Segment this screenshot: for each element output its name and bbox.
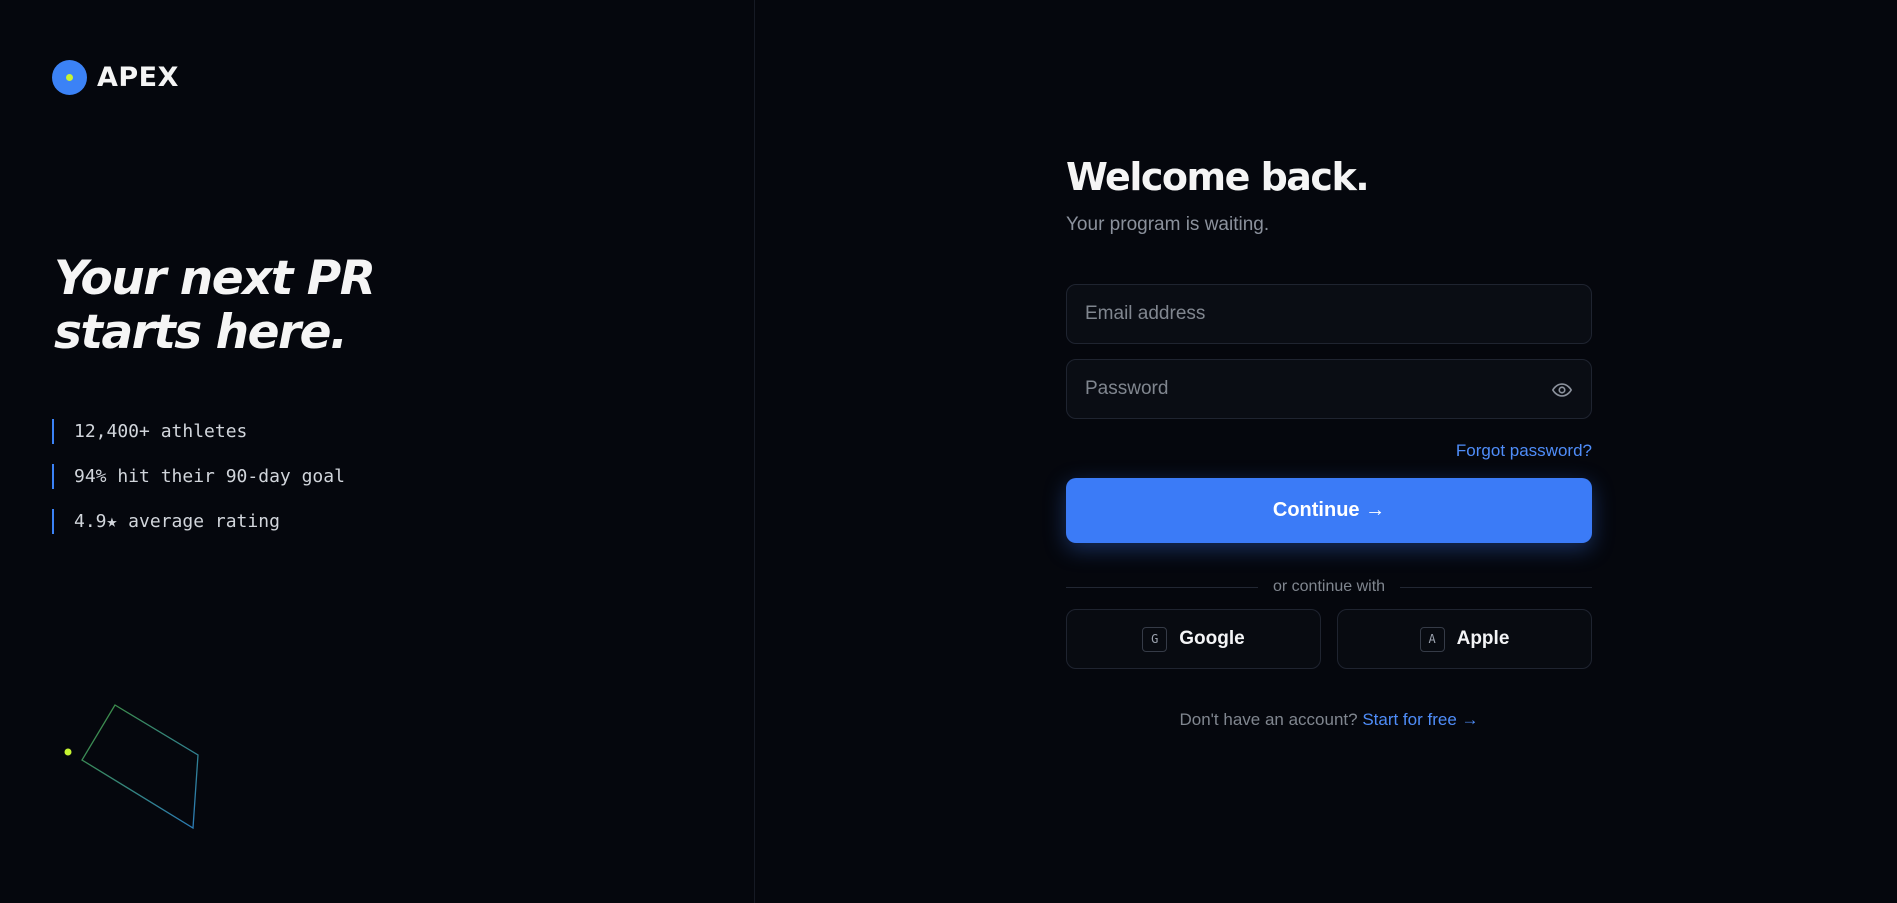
divider-text: or continue with <box>1272 578 1386 595</box>
hero-line-1: Your next PR <box>54 251 376 306</box>
stat-goal: 94% hit their 90-day goal <box>52 464 345 489</box>
apple-label: Apple <box>1456 628 1510 649</box>
logo[interactable]: APEX <box>52 60 179 95</box>
stat-rating: 4.9★ average rating <box>52 509 345 534</box>
brand-name: APEX <box>97 62 179 93</box>
forgot-password-link[interactable]: Forgot password? <box>1456 441 1592 460</box>
hero-line-2: starts here. <box>54 305 348 360</box>
signup-prompt: Don't have an account? <box>1179 710 1358 729</box>
continue-button[interactable]: Continue → <box>1066 478 1592 543</box>
decorative-polygon <box>81 704 199 830</box>
google-label: Google <box>1179 628 1245 649</box>
password-field-wrapper <box>1066 359 1592 419</box>
forgot-row: Forgot password? <box>1066 441 1592 465</box>
eye-icon[interactable] <box>1551 379 1573 401</box>
password-input[interactable] <box>1067 360 1591 418</box>
hero-headline: Your next PR starts here. <box>54 252 654 360</box>
page-subtitle: Your program is waiting. <box>1066 214 1270 235</box>
social-divider: or continue with <box>1066 577 1592 597</box>
decorative-dot <box>64 748 72 756</box>
social-buttons: G Google A Apple <box>1066 609 1592 669</box>
google-button[interactable]: G Google <box>1066 609 1321 669</box>
google-icon: G <box>1142 626 1168 652</box>
email-field-wrapper <box>1066 284 1592 344</box>
signup-row: Don't have an account? Start for free → <box>1066 710 1592 730</box>
apple-icon: A <box>1419 626 1445 652</box>
stats-list: 12,400+ athletes 94% hit their 90-day go… <box>52 419 345 554</box>
apple-button[interactable]: A Apple <box>1337 609 1592 669</box>
email-input[interactable] <box>1067 285 1591 343</box>
apex-logo-icon <box>52 60 87 95</box>
page-title: Welcome back. <box>1066 155 1370 199</box>
decorative-shape <box>64 704 199 830</box>
signup-link[interactable]: Start for free → <box>1362 710 1478 729</box>
divider-line-left <box>1066 586 1258 588</box>
login-panel: Welcome back. Your program is waiting. F… <box>756 0 1897 903</box>
login-form: Welcome back. Your program is waiting. F… <box>1066 150 1592 730</box>
divider-line-right <box>1400 586 1592 588</box>
stat-athletes: 12,400+ athletes <box>52 419 345 444</box>
brand-panel: APEX Your next PR starts here. 12,400+ a… <box>0 0 755 903</box>
